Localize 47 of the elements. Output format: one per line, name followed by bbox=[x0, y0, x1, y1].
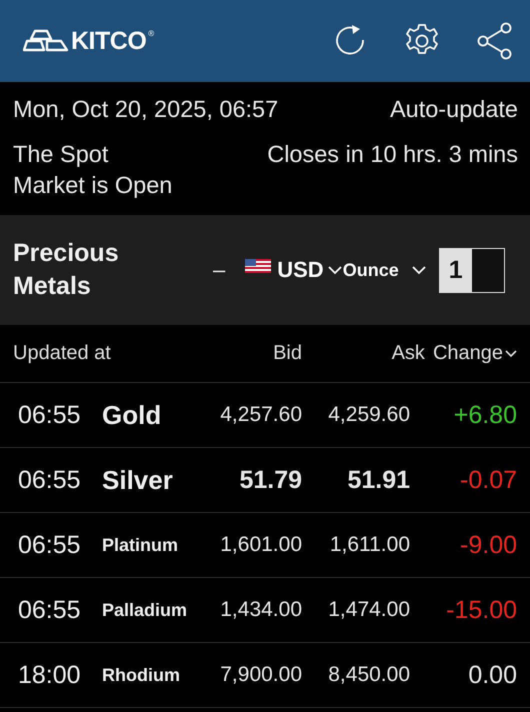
table-cell-text: 1,601.00 bbox=[219, 533, 302, 557]
table-cell-text: 06:55 bbox=[18, 596, 82, 624]
column-header: Bid bbox=[272, 342, 302, 365]
currency-dropdown[interactable]: USD bbox=[277, 257, 343, 283]
dash-separator: – bbox=[213, 257, 226, 283]
table-cell-text: 18:00 bbox=[18, 660, 82, 690]
price-change: 0.00 bbox=[467, 660, 517, 690]
metal-name: Palladium bbox=[102, 600, 188, 620]
chevron-down-icon bbox=[410, 265, 427, 275]
quantity-segment[interactable]: 1 bbox=[440, 248, 472, 292]
flag-icon bbox=[245, 259, 272, 273]
metal-name: Rhodium bbox=[102, 664, 181, 686]
table-cell-text: 1,611.00 bbox=[328, 533, 410, 557]
share-icon[interactable] bbox=[476, 22, 514, 60]
table-cell-text: 7,900.00 bbox=[219, 663, 302, 687]
sort-header[interactable]: Change bbox=[432, 342, 517, 365]
table-cell-text: 51.79 bbox=[238, 466, 302, 494]
registered-mark: ® bbox=[148, 28, 154, 38]
column-header: Updated at bbox=[13, 342, 111, 365]
bars-logo-icon bbox=[23, 29, 69, 53]
auto-update-link[interactable]: Auto-update bbox=[390, 96, 518, 123]
table-cell-text: 51.91 bbox=[346, 466, 410, 494]
logo-text: KITCO bbox=[71, 26, 146, 56]
table-cell-text: 06:55 bbox=[18, 400, 82, 430]
unit-dropdown[interactable]: Ounce bbox=[342, 260, 427, 280]
price-change: -9.00 bbox=[459, 530, 517, 560]
date-time: Mon, Oct 20, 2025, 06:57 bbox=[13, 96, 278, 123]
metal-name: Platinum bbox=[102, 534, 180, 556]
price-change: -15.00 bbox=[445, 596, 517, 624]
table-cell-text: 4,259.60 bbox=[327, 403, 410, 427]
table-cell-text: 4,257.60 bbox=[219, 403, 302, 427]
chevron-down-icon bbox=[326, 265, 343, 275]
section-title: Precious Metals bbox=[13, 238, 120, 302]
closing-time: Closes in 10 hrs. 3 mins bbox=[267, 140, 518, 169]
metal-name: Gold bbox=[102, 400, 162, 430]
table-cell-text: 8,450.00 bbox=[327, 663, 410, 687]
metal-name: Silver bbox=[102, 464, 174, 496]
table-cell-text: 06:55 bbox=[18, 530, 82, 560]
market-status: The Spot Market is Open bbox=[13, 140, 174, 200]
table-cell-text: 1,434.00 bbox=[219, 598, 302, 622]
table-cell-text: 1,474.00 bbox=[327, 598, 410, 622]
table-cell-text: 06:55 bbox=[18, 466, 82, 494]
chevron-down-icon bbox=[505, 350, 517, 358]
price-change: +6.80 bbox=[452, 400, 517, 430]
price-change: -0.07 bbox=[459, 466, 517, 494]
column-header: Ask bbox=[392, 342, 425, 365]
quantity-segment[interactable] bbox=[472, 248, 504, 292]
